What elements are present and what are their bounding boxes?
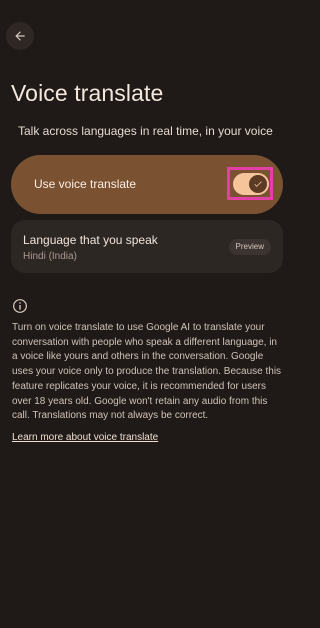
toggle-label: Use voice translate xyxy=(34,177,137,191)
voice-translate-toggle-row[interactable]: Use voice translate xyxy=(11,155,283,214)
switch-highlight-box xyxy=(227,167,273,200)
language-title: Language that you speak xyxy=(23,233,158,247)
language-selector[interactable]: Language that you speak Hindi (India) Pr… xyxy=(11,220,283,273)
arrow-left-icon xyxy=(15,31,25,41)
info-icon xyxy=(13,299,27,313)
back-button[interactable] xyxy=(6,22,34,50)
page-subtitle: Talk across languages in real time, in y… xyxy=(18,124,273,138)
learn-more-link[interactable]: Learn more about voice translate xyxy=(12,432,158,443)
preview-badge: Preview xyxy=(228,239,271,255)
language-value: Hindi (India) xyxy=(23,251,77,262)
page-title: Voice translate xyxy=(11,80,164,106)
info-description: Turn on voice translate to use Google AI… xyxy=(12,322,282,422)
